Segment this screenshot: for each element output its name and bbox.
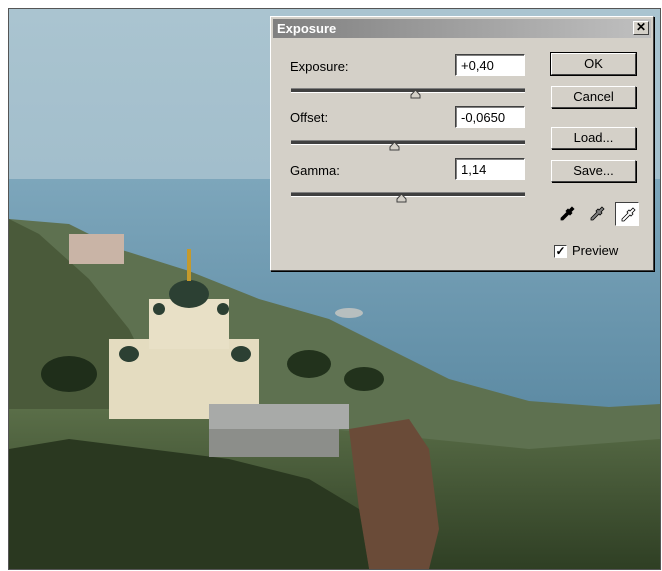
gamma-input[interactable]	[455, 158, 525, 180]
cancel-button[interactable]: Cancel	[551, 86, 636, 108]
black-point-eyedropper-icon	[560, 206, 575, 221]
gray-point-eyedropper-icon	[590, 206, 605, 221]
offset-slider-track[interactable]	[291, 140, 525, 151]
black-point-eyedropper-button[interactable]	[555, 202, 579, 226]
checkmark-icon: ✓	[555, 244, 566, 258]
close-button[interactable]: ✕	[633, 21, 649, 35]
ok-button[interactable]: OK	[550, 52, 637, 76]
gamma-label: Gamma:	[290, 163, 340, 178]
dialog-title: Exposure	[277, 21, 337, 36]
save-button[interactable]: Save...	[551, 160, 636, 182]
exposure-input[interactable]	[455, 54, 525, 76]
offset-input[interactable]	[455, 106, 525, 128]
exposure-label: Exposure:	[290, 59, 349, 74]
load-button[interactable]: Load...	[551, 127, 636, 149]
dialog-titlebar[interactable]: Exposure ✕	[273, 19, 651, 38]
white-point-eyedropper-button[interactable]	[615, 202, 639, 226]
gray-point-eyedropper-button[interactable]	[585, 202, 609, 226]
preview-label[interactable]: Preview	[572, 243, 618, 258]
gamma-slider-track[interactable]	[291, 192, 525, 203]
white-point-eyedropper-icon	[621, 207, 636, 222]
close-icon: ✕	[635, 20, 647, 34]
exposure-dialog: Exposure ✕ Exposure: Offset: Gamma: OK C…	[270, 16, 654, 271]
offset-label: Offset:	[290, 110, 329, 125]
exposure-slider-track[interactable]	[291, 88, 525, 99]
preview-checkbox[interactable]: ✓	[554, 245, 567, 258]
